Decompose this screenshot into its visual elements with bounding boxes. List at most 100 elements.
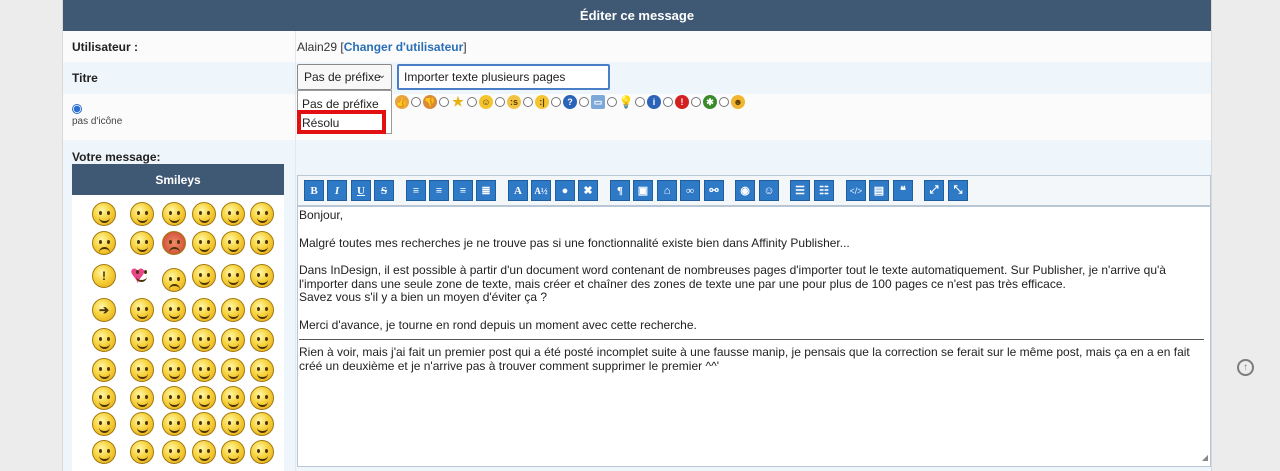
smiley-icon[interactable]	[162, 386, 186, 410]
smiley-icon[interactable]	[221, 328, 245, 352]
title-input[interactable]: Importer texte plusieurs pages	[397, 64, 610, 90]
smiley-icon[interactable]	[130, 202, 154, 226]
arrow-right-icon[interactable]: ➔	[92, 298, 116, 322]
justify-icon[interactable]: ≣	[476, 180, 496, 201]
icon-radio[interactable]	[607, 97, 617, 107]
smiley-icon[interactable]	[162, 412, 186, 436]
smiley-icon[interactable]	[130, 412, 154, 436]
smiley-icon[interactable]	[250, 264, 274, 288]
smiley-icon[interactable]	[192, 358, 216, 382]
link-icon[interactable]: ∞	[680, 180, 700, 201]
bold-button[interactable]: B	[304, 180, 324, 201]
question-icon[interactable]: ?	[563, 95, 577, 109]
thumbs-up-icon[interactable]: 👍	[395, 95, 409, 109]
change-user-link[interactable]: Changer d'utilisateur	[344, 40, 464, 54]
host-image-icon[interactable]: ⌂	[657, 180, 677, 201]
smiley-icon[interactable]	[221, 412, 245, 436]
smiley-icon[interactable]	[192, 298, 216, 322]
color-drop-icon[interactable]: ●	[555, 180, 575, 201]
smiley-icon[interactable]	[162, 231, 186, 255]
smiley-icon[interactable]	[130, 298, 154, 322]
smiley-icon[interactable]	[221, 202, 245, 226]
smiley-icon[interactable]	[250, 231, 274, 255]
quote-icon[interactable]: ❝	[893, 180, 913, 201]
smiley-icon[interactable]	[130, 386, 154, 410]
neutral-icon[interactable]: :|	[535, 95, 549, 109]
smiley-icon[interactable]	[92, 386, 116, 410]
smiley-icon[interactable]	[162, 202, 186, 226]
smiley-icon[interactable]	[221, 386, 245, 410]
alert-icon[interactable]: !	[675, 95, 689, 109]
code-icon[interactable]: </>	[846, 180, 866, 201]
page-icon[interactable]: ▤	[869, 180, 889, 201]
smiley-icon[interactable]	[130, 328, 154, 352]
icon-radio[interactable]	[635, 97, 645, 107]
bullet-list-icon[interactable]: ☰	[790, 180, 810, 201]
icon-radio[interactable]	[467, 97, 477, 107]
icon-radio[interactable]	[663, 97, 673, 107]
camera-icon[interactable]: ◉	[735, 180, 755, 201]
laugh-icon[interactable]: ☻	[731, 95, 745, 109]
smiley-icon[interactable]	[192, 202, 216, 226]
smiley-icon[interactable]	[221, 440, 245, 464]
smiley-icon[interactable]	[221, 231, 245, 255]
smiley-icon[interactable]	[130, 358, 154, 382]
exclamation-icon[interactable]: !	[92, 264, 116, 288]
smiley-icon[interactable]	[92, 231, 116, 255]
align-right-icon[interactable]: ≡	[453, 180, 473, 201]
icon-radio[interactable]	[579, 97, 589, 107]
paragraph-button[interactable]: ¶	[610, 180, 630, 201]
bug-icon[interactable]: ✱	[703, 95, 717, 109]
smiley-icon[interactable]	[221, 358, 245, 382]
no-icon-option[interactable]: pas d'icône	[72, 103, 122, 127]
align-left-icon[interactable]: ≡	[406, 180, 426, 201]
smiley-icon[interactable]	[250, 358, 274, 382]
strikethrough-button[interactable]: S	[374, 180, 394, 201]
icon-radio[interactable]	[411, 97, 421, 107]
smiley-icon[interactable]	[162, 358, 186, 382]
smiley-icon[interactable]	[192, 412, 216, 436]
numbered-list-icon[interactable]: ☷	[814, 180, 834, 201]
smiley-icon[interactable]	[192, 440, 216, 464]
prefix-select[interactable]: Pas de préfixe ⌄	[297, 64, 392, 90]
smiley-icon[interactable]	[221, 298, 245, 322]
resize-handle-icon[interactable]: ◢	[1202, 451, 1208, 465]
underline-button[interactable]: U	[351, 180, 371, 201]
smiley-icon[interactable]	[250, 386, 274, 410]
smiley-icon[interactable]	[250, 412, 274, 436]
smiley-icon[interactable]	[130, 231, 154, 255]
lightbulb-icon[interactable]	[192, 264, 216, 288]
smiley-icon[interactable]	[130, 440, 154, 464]
clear-format-icon[interactable]: ✖	[578, 180, 598, 201]
smiley-icon[interactable]	[250, 328, 274, 352]
font-color-button[interactable]: A	[508, 180, 528, 201]
smiley-icon[interactable]	[92, 412, 116, 436]
smiley-icon[interactable]	[162, 298, 186, 322]
confused-icon[interactable]: :s	[507, 95, 521, 109]
icon-radio[interactable]	[439, 97, 449, 107]
italic-button[interactable]: I	[327, 180, 347, 201]
smiley-icon[interactable]	[162, 328, 186, 352]
image-icon[interactable]: ▭	[591, 95, 605, 109]
align-center-icon[interactable]: ≡	[429, 180, 449, 201]
smile-icon[interactable]: ☺	[479, 95, 493, 109]
unlink-icon[interactable]: ⚯	[704, 180, 724, 201]
smiley-icon[interactable]	[162, 440, 186, 464]
info-icon[interactable]: i	[647, 95, 661, 109]
icon-radio[interactable]	[551, 97, 561, 107]
icon-radio[interactable]	[523, 97, 533, 107]
smiley-icon[interactable]	[92, 358, 116, 382]
font-size-icon[interactable]: A½	[531, 180, 551, 201]
message-textarea[interactable]: Bonjour, Malgré toutes mes recherches je…	[297, 206, 1211, 467]
smiley-icon[interactable]	[92, 202, 116, 226]
smiley-icon[interactable]	[192, 231, 216, 255]
shrink-icon[interactable]: ⤡	[948, 180, 968, 201]
smiley-icon[interactable]	[221, 264, 245, 288]
lightbulb-icon[interactable]: 💡	[619, 95, 634, 109]
smiley-icon[interactable]	[92, 440, 116, 464]
smiley-icon[interactable]	[192, 386, 216, 410]
smiley-icon[interactable]	[250, 298, 274, 322]
icon-radio[interactable]	[719, 97, 729, 107]
option-no-prefix[interactable]: Pas de préfixe	[302, 97, 379, 111]
star-icon[interactable]: ★	[451, 94, 465, 109]
